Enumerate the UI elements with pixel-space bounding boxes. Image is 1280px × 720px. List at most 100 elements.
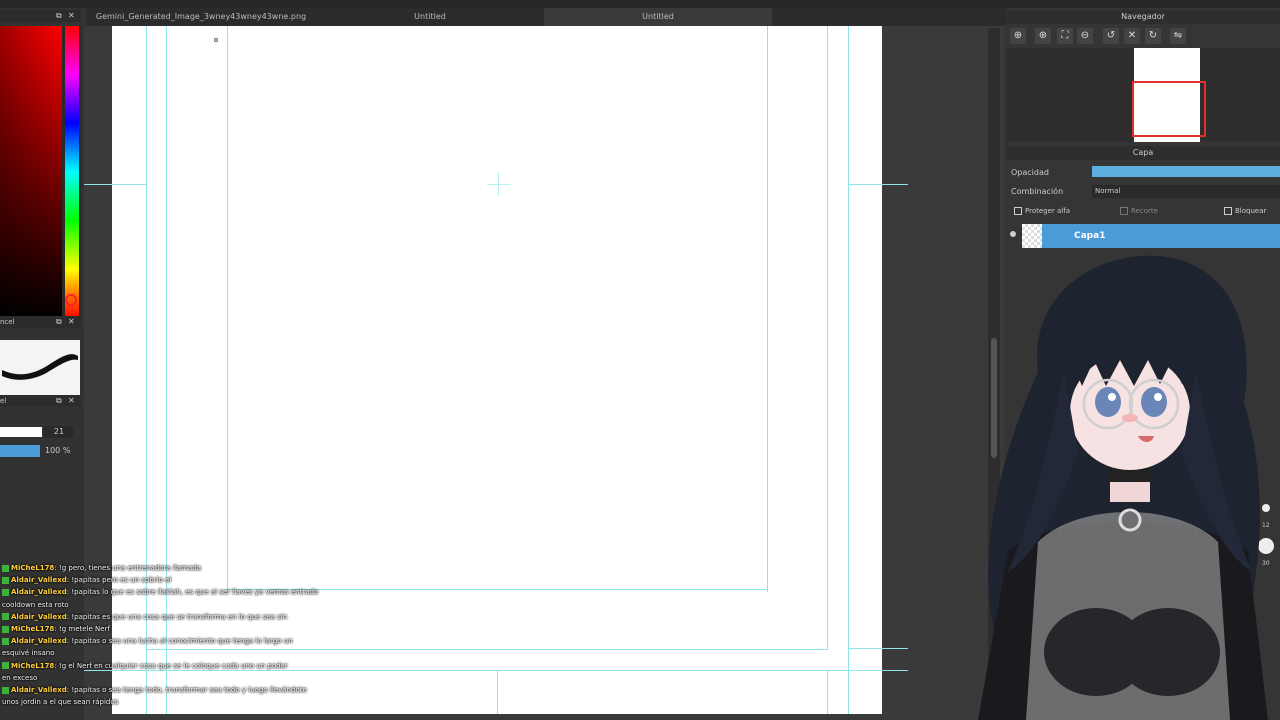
cursor-dot	[214, 38, 218, 42]
undock-icon[interactable]: ⧉	[56, 395, 62, 407]
chat-text: : !papitas es que una cosa que se transf…	[66, 612, 288, 621]
saturation-value-box[interactable]	[0, 26, 62, 318]
chat-badge-icon	[2, 576, 9, 584]
chat-text: : !papitas pero es un sobrio el	[66, 576, 172, 585]
zoom-out-icon[interactable]: ⊖	[1077, 28, 1093, 44]
guide-line	[827, 670, 828, 714]
chat-message: cooldown esta roto	[2, 601, 69, 610]
chat-text: : !papitas lo que es sobre llaklah, es q…	[66, 588, 319, 597]
navigator-toolbar: ⊕ ⊕ ⛶ ⊖ ↺ ✕ ↻ ⇋	[1006, 26, 1280, 46]
layer-row-capa1[interactable]	[1022, 224, 1280, 248]
checkbox-box	[1224, 207, 1232, 215]
chat-username: Aldair_Vallexd	[11, 576, 67, 585]
clip-label: Recorte	[1131, 207, 1158, 215]
brush-stroke-preview	[0, 340, 80, 398]
size-panel-title: el	[0, 397, 7, 405]
checkbox-box	[1120, 207, 1128, 215]
chat-username: Aldair_Vallexd	[11, 637, 67, 646]
chat-username: MiCheL178	[11, 625, 55, 633]
chat-badge-icon	[2, 613, 9, 621]
color-panel-header: ⧉ ✕	[0, 10, 81, 22]
clip-checkbox[interactable]: Recorte	[1120, 206, 1158, 216]
chat-message: MiCheL178: !g el Nerf en cualquier cosa …	[2, 662, 288, 671]
chat-text: cooldown esta roto	[2, 600, 69, 609]
blend-mode-select[interactable]: Normal	[1092, 185, 1280, 198]
tab-untitled-2[interactable]: Untitled	[544, 8, 772, 26]
navigator-view-rect[interactable]	[1132, 81, 1206, 137]
color-picker	[0, 26, 81, 320]
chat-badge-icon	[2, 625, 9, 633]
layer-thumbnail	[1022, 224, 1042, 248]
title-strip	[0, 0, 1280, 8]
close-icon[interactable]: ✕	[68, 10, 75, 22]
chat-badge-icon	[2, 564, 9, 572]
rotate-left-icon[interactable]: ↺	[1103, 28, 1119, 44]
hue-marker[interactable]	[65, 294, 77, 306]
undock-icon[interactable]: ⧉	[56, 10, 62, 22]
zoom-in-icon[interactable]: ⊕	[1010, 28, 1026, 44]
blend-label: Combinación	[1011, 187, 1064, 196]
hue-slider[interactable]	[65, 26, 79, 318]
lock-checkbox[interactable]: Bloquear	[1224, 206, 1266, 216]
rotate-right-icon[interactable]: ↻	[1145, 28, 1161, 44]
center-crosshair	[487, 184, 511, 185]
protect-alpha-label: Proteger alfa	[1025, 207, 1070, 215]
chat-username: Aldair_Vallexd	[11, 588, 67, 597]
close-icon[interactable]: ✕	[68, 395, 75, 407]
chat-badge-icon	[2, 686, 9, 694]
chat-username: MiCheL178	[11, 661, 55, 670]
document-tab-bar: Gemini_Generated_Image_3wney43wney43wne.…	[86, 8, 1006, 26]
navigator-title: Navegador	[1006, 10, 1280, 24]
layer-opacity-slider[interactable]	[1092, 166, 1280, 177]
guide-line	[827, 26, 828, 650]
tab-gemini-image[interactable]: Gemini_Generated_Image_3wney43wney43wne.…	[86, 8, 316, 26]
navigator-preview[interactable]	[1006, 48, 1280, 142]
chat-badge-icon	[2, 637, 9, 645]
brush-opacity-value: 100 %	[45, 446, 71, 455]
chat-message: Aldair_Vallexd: !papitas o sea una lucha…	[2, 637, 293, 646]
chat-message: MiCheL178: !g pero, tienes una entrenado…	[2, 564, 201, 573]
brush-size-value[interactable]: 21	[44, 426, 74, 438]
opacity-label: Opacidad	[1011, 168, 1049, 177]
layer-visibility-icon[interactable]	[1010, 231, 1016, 237]
close-icon[interactable]: ✕	[68, 316, 75, 328]
brush-opacity-slider[interactable]	[0, 445, 40, 457]
chat-text: : !papitas o sea tenga todo, transformar…	[66, 686, 307, 694]
brush-panel-title: ncel	[0, 318, 15, 326]
chat-message: en exceso	[2, 674, 37, 683]
guide-line	[848, 184, 908, 185]
vtuber-avatar	[968, 252, 1280, 720]
chat-badge-icon	[2, 662, 9, 670]
chat-username: MiCheL178	[11, 564, 55, 572]
undock-icon[interactable]: ⧉	[56, 316, 62, 328]
guide-line	[767, 26, 768, 592]
chat-message: esquivé insano	[2, 649, 55, 658]
checkbox-box	[1014, 207, 1022, 215]
protect-alpha-checkbox[interactable]: Proteger alfa	[1014, 206, 1070, 216]
fit-icon[interactable]: ⛶	[1057, 28, 1073, 44]
chat-text: : !papitas o sea una lucha al conocimien…	[66, 637, 293, 646]
chat-text: unos jordin a el que sean rápidos	[2, 698, 119, 707]
fullscreen-icon[interactable]: ✕	[1124, 28, 1140, 44]
guide-line	[848, 648, 908, 649]
layer-panel-title: Capa	[1006, 146, 1280, 160]
chat-message: MiCheL178: !g metele Nerf	[2, 625, 110, 634]
brush-panel-header: ncel ⧉ ✕	[0, 316, 81, 328]
chat-overlay: MiCheL178: !g pero, tienes una entrenado…	[0, 562, 320, 720]
zoom-in-icon[interactable]: ⊕	[1035, 28, 1051, 44]
chat-message: Aldair_Vallexd: !papitas es que una cosa…	[2, 613, 287, 622]
chat-message: Aldair_Vallexd: !papitas pero es un sobr…	[2, 576, 171, 585]
chat-badge-icon	[2, 588, 9, 596]
center-crosshair	[498, 172, 499, 196]
guide-line	[84, 184, 146, 185]
flip-icon[interactable]: ⇋	[1170, 28, 1186, 44]
chat-text: en exceso	[2, 673, 38, 682]
chat-text: : !g metele Nerf	[54, 625, 110, 633]
chat-username: Aldair_Vallexd	[11, 612, 67, 621]
tab-untitled-1[interactable]: Untitled	[316, 8, 544, 26]
chat-message: Aldair_Vallexd: !papitas lo que es sobre…	[2, 588, 318, 597]
guide-line	[227, 26, 228, 592]
brush-size-slider[interactable]	[0, 427, 42, 437]
chat-message: Aldair_Vallexd: !papitas o sea tenga tod…	[2, 686, 307, 695]
chat-text: : !g el Nerf en cualquier cosa que se le…	[54, 661, 288, 670]
